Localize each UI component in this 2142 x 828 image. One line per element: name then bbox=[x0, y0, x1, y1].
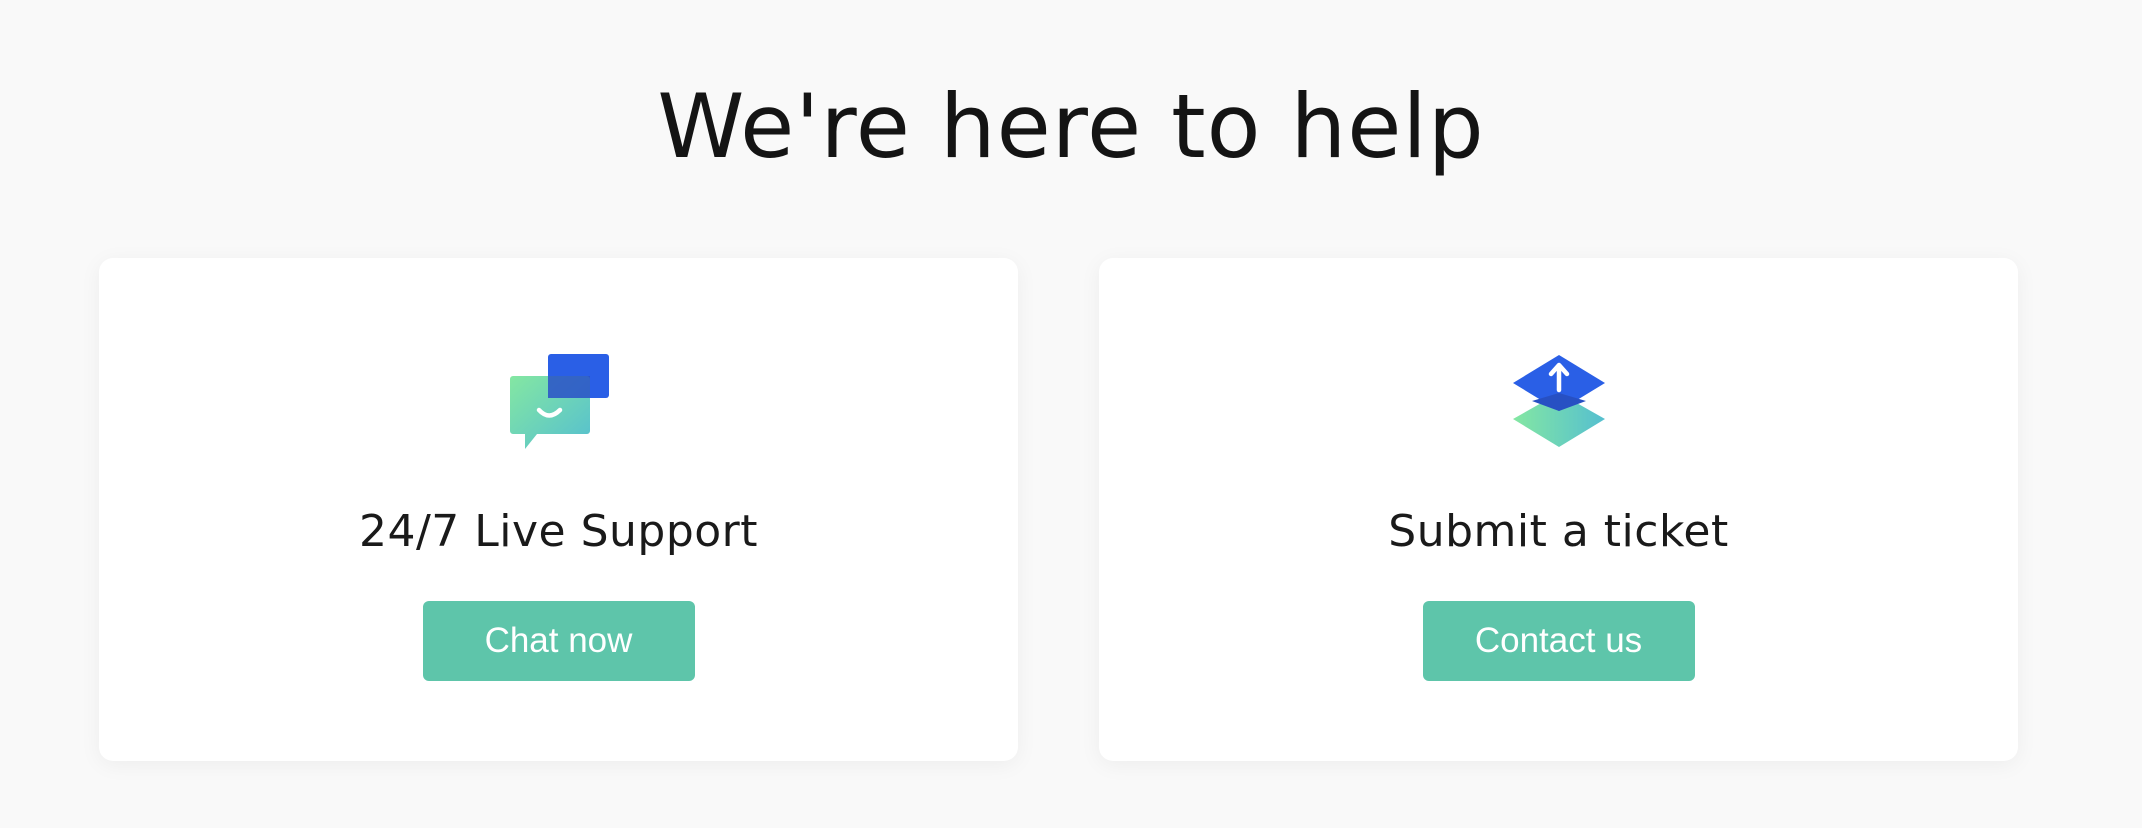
live-support-card: 24/7 Live Support Chat now bbox=[99, 258, 1018, 761]
page-title: We're here to help bbox=[657, 75, 1485, 178]
chat-bubbles-icon bbox=[509, 353, 609, 453]
live-support-title: 24/7 Live Support bbox=[358, 506, 759, 557]
chat-now-button[interactable]: Chat now bbox=[422, 601, 695, 681]
contact-us-button[interactable]: Contact us bbox=[1422, 601, 1695, 681]
support-options: 24/7 Live Support Chat now Submit a tick… bbox=[99, 258, 2018, 761]
submit-ticket-card: Submit a ticket Contact us bbox=[1099, 258, 2018, 761]
submit-ticket-title: Submit a ticket bbox=[1388, 506, 1729, 557]
layered-upload-icon bbox=[1509, 353, 1609, 453]
